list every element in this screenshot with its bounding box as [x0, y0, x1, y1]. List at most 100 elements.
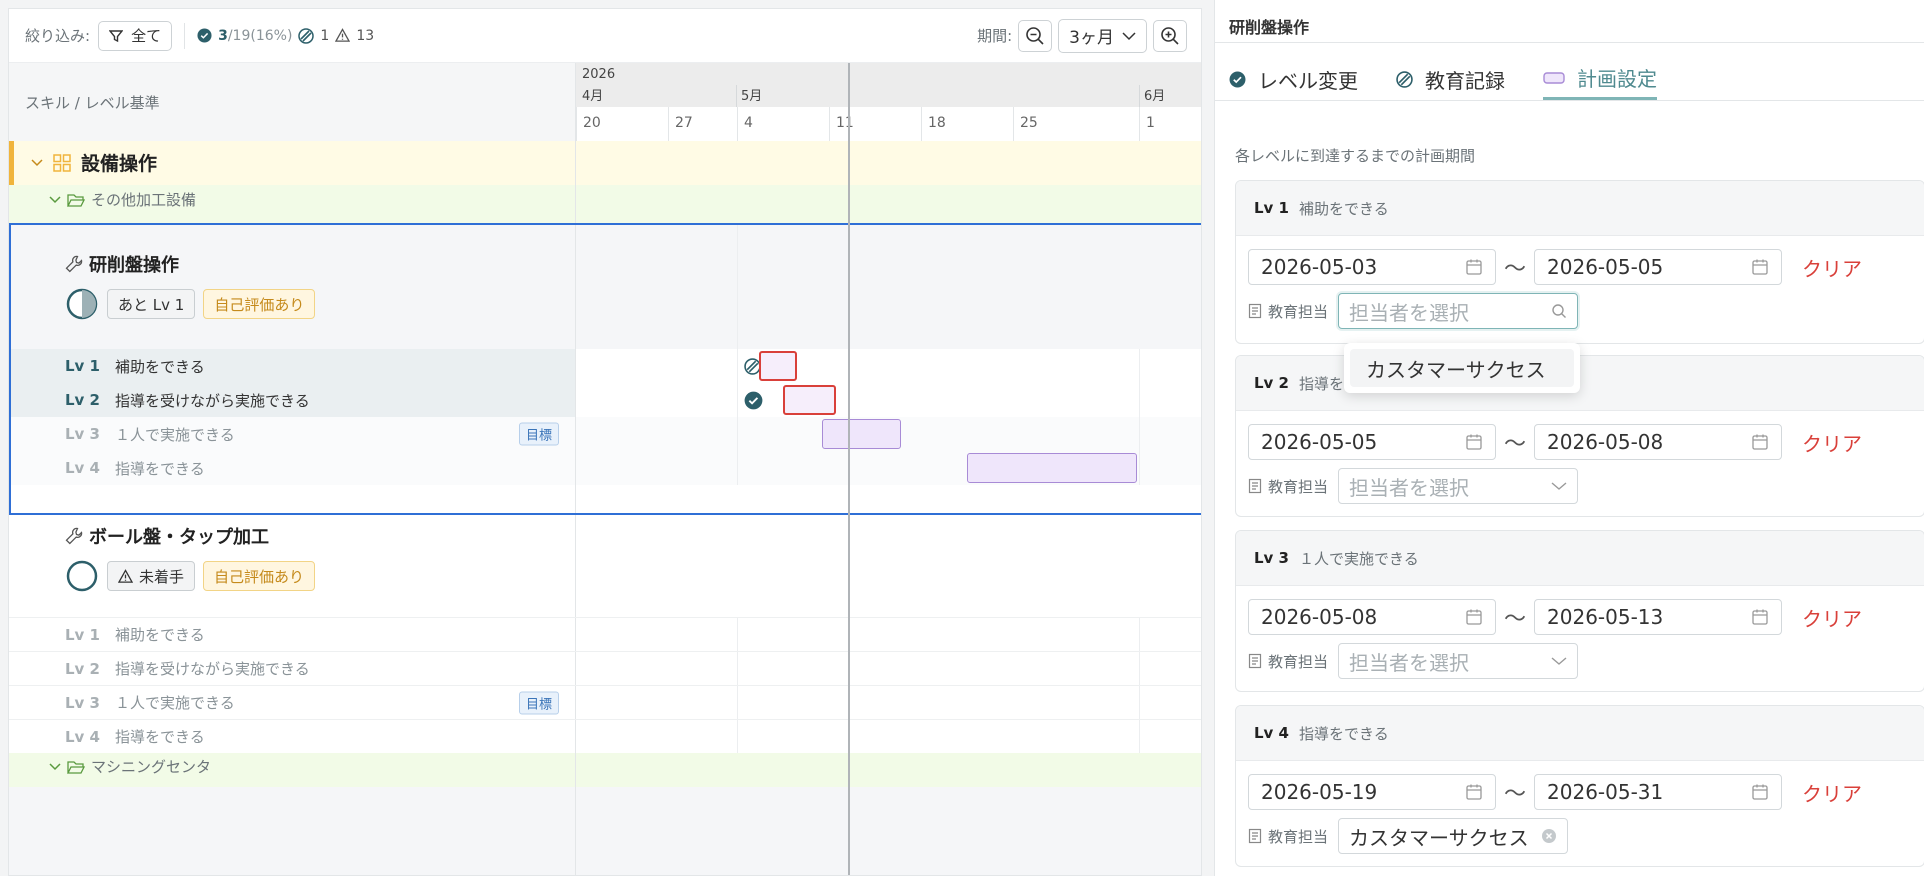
plan-bar-lv1[interactable]: [759, 351, 797, 381]
level-number: Lv 2: [65, 659, 100, 678]
assignee-row: 教育担当 担当者を選択: [1248, 293, 1579, 329]
document-icon: [1248, 828, 1262, 844]
assignee-select[interactable]: 担当者を選択: [1338, 293, 1579, 329]
chevron-down-icon: [1551, 482, 1567, 490]
plan-card-lv1: Lv 1 補助をできる 2026-05-03 〜 2026-05-05 クリア 教…: [1235, 180, 1924, 344]
group-label-cell: その他加工設備: [9, 185, 576, 223]
start-date-input[interactable]: 2026-05-19: [1248, 774, 1496, 810]
filter-value: 全て: [131, 27, 162, 45]
end-date-input[interactable]: 2026-05-08: [1534, 424, 1783, 460]
level-desc: １人で実施できる: [115, 694, 235, 712]
calendar-icon: [1752, 784, 1768, 800]
skill-row[interactable]: 研削盤操作 あと Lv 1 自己評価あり: [9, 223, 1201, 349]
end-date-input[interactable]: 2026-05-13: [1534, 599, 1783, 635]
filter-icon: [109, 29, 124, 42]
assignee-label: 教育担当: [1268, 302, 1329, 321]
end-date-value: 2026-05-08: [1547, 430, 1664, 454]
start-date-input[interactable]: 2026-05-03: [1248, 249, 1496, 285]
assignee-select[interactable]: 担当者を選択: [1338, 643, 1579, 679]
chevron-down-icon[interactable]: [49, 762, 61, 771]
filter-button[interactable]: 全て: [98, 20, 173, 51]
category-row[interactable]: 設備操作: [9, 141, 1201, 185]
detail-panel: 研削盤操作 レベル変更 教育記録 計画設定 各レベルに到達するまでの計画期間 L…: [1214, 0, 1924, 876]
level-row[interactable]: Lv 3 １人で実施できる 目標: [9, 417, 1201, 451]
level-number: Lv 4: [65, 459, 100, 477]
card-level: Lv 1: [1254, 199, 1289, 217]
calendar-icon: [1466, 784, 1482, 800]
education-icon: [298, 27, 315, 44]
chevron-down-icon[interactable]: [49, 195, 61, 204]
level-label-cell: Lv 4 指導をできる: [9, 720, 576, 753]
level-label-cell: Lv 4 指導をできる: [9, 451, 576, 485]
goal-badge: 目標: [518, 691, 559, 714]
chevron-down-icon[interactable]: [31, 158, 43, 167]
month-gridline: [1139, 686, 1140, 719]
tab-education-record[interactable]: 教育記録: [1396, 58, 1505, 100]
level-desc: 指導をできる: [115, 728, 205, 746]
end-date-input[interactable]: 2026-05-31: [1534, 774, 1783, 810]
card-header: Lv 3 １人で実施できる: [1236, 531, 1924, 586]
level-row[interactable]: Lv 2 指導を受けながら実施できる: [9, 383, 1201, 417]
end-date-input[interactable]: 2026-05-05: [1534, 249, 1783, 285]
start-date-input[interactable]: 2026-05-05: [1248, 424, 1496, 460]
assignee-placeholder: 担当者を選択: [1349, 650, 1470, 675]
skill-title: 研削盤操作: [65, 251, 179, 277]
clear-button[interactable]: クリア: [1802, 778, 1862, 807]
card-header: Lv 2 指導を: [1236, 356, 1924, 411]
clear-button[interactable]: クリア: [1802, 253, 1862, 282]
toolbar: 絞り込み: 全て 3/19(16%) 1 13 期間: 3ヶ月: [9, 9, 1201, 63]
assignee-select[interactable]: カスタマーサクセス: [1338, 818, 1568, 854]
level-number: Lv 2: [65, 391, 100, 409]
not-started-circle-icon: [66, 560, 98, 592]
period-select[interactable]: 3ヶ月: [1058, 18, 1147, 53]
level-row[interactable]: Lv 4 指導をできる: [9, 451, 1201, 485]
clear-button[interactable]: クリア: [1802, 603, 1862, 632]
tab-plan-settings[interactable]: 計画設定: [1543, 58, 1657, 100]
gantt-body: 設備操作 その他加工設備 研削盤操作 あと Lv 1 自己評価あり Lv 1 補…: [9, 141, 1201, 875]
plan-bar-lv3[interactable]: [822, 419, 901, 449]
assignee-row: 教育担当 カスタマーサクセス: [1248, 818, 1568, 854]
check-circle-icon: [744, 391, 763, 410]
week-gridline: [737, 686, 738, 719]
level-timeline-cell: [576, 417, 1201, 451]
self-eval-tag: 自己評価あり: [203, 561, 316, 591]
tab-level-change[interactable]: レベル変更: [1229, 58, 1358, 100]
skill-timeline-cell: [576, 485, 1201, 617]
start-date-input[interactable]: 2026-05-08: [1248, 599, 1496, 635]
zoom-out-button[interactable]: [1018, 19, 1053, 52]
group-row[interactable]: その他加工設備: [9, 185, 1201, 223]
month-label-may: 5月: [736, 85, 762, 107]
group-row[interactable]: マシニングセンタ: [9, 753, 1201, 787]
plan-bar-icon: [1543, 71, 1565, 84]
assignee-label: 教育担当: [1268, 477, 1329, 496]
level-timeline-cell: [576, 686, 1201, 719]
search-icon: [1552, 304, 1567, 318]
assignee-option[interactable]: カスタマーサクセス: [1350, 349, 1574, 387]
week-gridline: [737, 451, 738, 485]
assignee-dropdown: カスタマーサクセス: [1344, 343, 1580, 393]
clear-circle-icon[interactable]: [1541, 828, 1557, 844]
plan-bar-lv2[interactable]: [783, 385, 836, 415]
assignee-select[interactable]: 担当者を選択: [1338, 468, 1579, 504]
year-label: 2026: [582, 67, 616, 82]
progress-stats: 3/19(16%) 1 13: [197, 28, 374, 44]
level-row[interactable]: Lv 3 １人で実施できる 目標: [9, 685, 1201, 719]
level-row[interactable]: Lv 1 補助をできる: [9, 617, 1201, 651]
zoom-in-button[interactable]: [1153, 19, 1187, 52]
calendar-icon: [1466, 434, 1482, 450]
month-gridline: [1139, 451, 1140, 485]
calendar-icon: [1752, 609, 1768, 625]
assignee-placeholder: 担当者を選択: [1349, 475, 1470, 500]
tab-label: レベル変更: [1258, 68, 1358, 93]
skill-row[interactable]: ボール盤・タップ加工 未着手 自己評価あり: [9, 485, 1201, 617]
level-row[interactable]: Lv 1 補助をできる: [9, 349, 1201, 383]
calendar-icon: [1752, 259, 1768, 275]
clear-button[interactable]: クリア: [1802, 428, 1862, 457]
level-label-cell: Lv 3 １人で実施できる 目標: [9, 417, 576, 451]
plan-bar-lv4[interactable]: [967, 453, 1137, 483]
skill-label-cell: 研削盤操作 あと Lv 1 自己評価あり: [9, 223, 576, 349]
level-row[interactable]: Lv 4 指導をできる: [9, 719, 1201, 753]
level-label: Lv 2 指導を受けながら実施できる: [65, 652, 310, 685]
level-row[interactable]: Lv 2 指導を受けながら実施できる: [9, 651, 1201, 685]
skill-name: 研削盤操作: [89, 255, 179, 276]
